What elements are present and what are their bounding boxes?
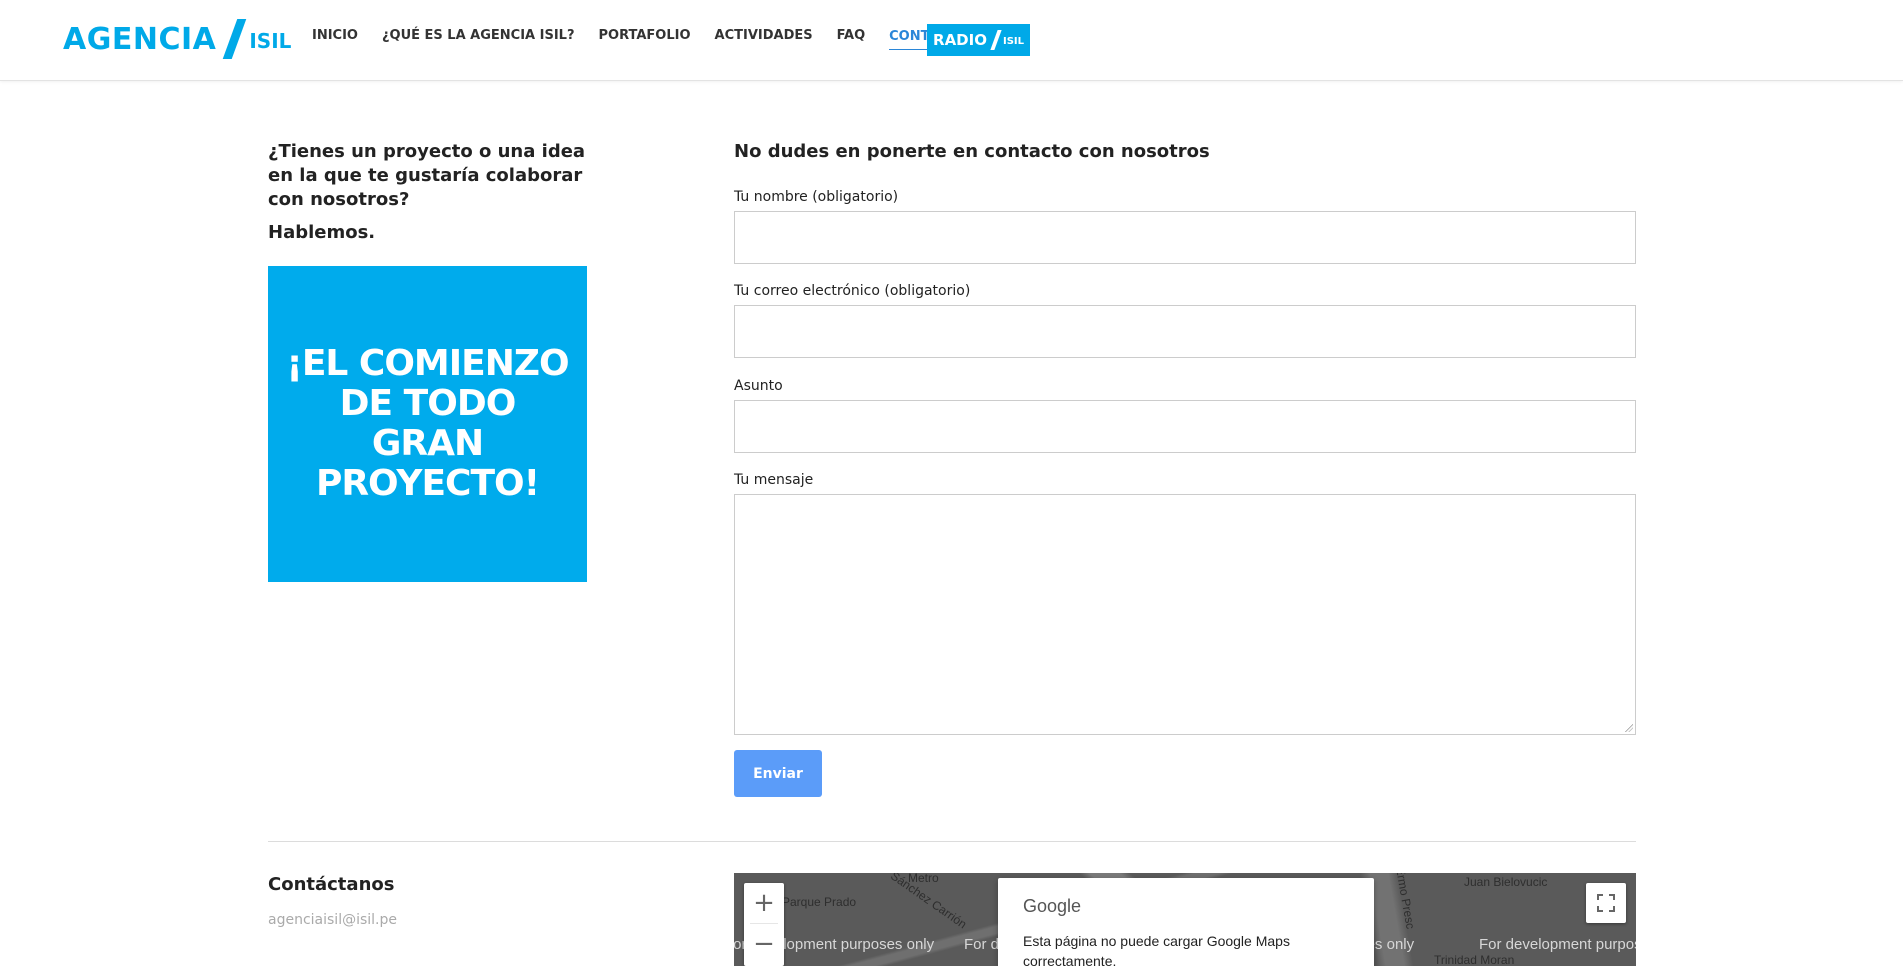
- radio-slash-icon: [990, 30, 1002, 50]
- intro-sub: Hablemos.: [268, 222, 376, 243]
- map-street-label: Trinidad Moran: [1434, 953, 1515, 966]
- name-field[interactable]: [734, 211, 1636, 264]
- map-error-dialog: Google Esta página no puede cargar Googl…: [998, 878, 1374, 966]
- google-wordmark: Google: [1023, 896, 1082, 916]
- logo-sub: ISIL: [249, 29, 292, 53]
- subject-field[interactable]: [734, 400, 1636, 453]
- email-field[interactable]: [734, 305, 1636, 358]
- main-nav: INICIO ¿QUÉ ES LA AGENCIA ISIL? PORTAFOL…: [312, 28, 992, 50]
- contact-email[interactable]: agenciaisil@isil.pe: [268, 912, 397, 928]
- fullscreen-icon[interactable]: [1586, 883, 1626, 923]
- intro-section: ¿Tienes un proyecto o una idea en la que…: [268, 140, 598, 243]
- zoom-in-icon[interactable]: +: [744, 883, 784, 923]
- section-divider: [268, 841, 1636, 842]
- email-label: Tu correo electrónico (obligatorio): [734, 283, 971, 299]
- nav-faq[interactable]: FAQ: [837, 28, 866, 50]
- logo-text: AGENCIA: [63, 21, 217, 57]
- promo-image: ¡EL COMIENZO DE TODO GRAN PROYECTO!: [268, 266, 587, 582]
- name-label: Tu nombre (obligatorio): [734, 189, 899, 205]
- message-field[interactable]: [734, 494, 1636, 735]
- message-label: Tu mensaje: [734, 472, 814, 488]
- submit-button[interactable]: Enviar: [734, 750, 822, 797]
- logo-slash-icon: [223, 19, 247, 59]
- nav-portafolio[interactable]: PORTAFOLIO: [599, 28, 691, 50]
- subject-label: Asunto: [734, 378, 783, 394]
- agencia-isil-logo[interactable]: AGENCIA ISIL: [63, 18, 291, 60]
- nav-actividades[interactable]: ACTIVIDADES: [715, 28, 813, 50]
- nav-que-es[interactable]: ¿QUÉ ES LA AGENCIA ISIL?: [382, 28, 575, 50]
- contact-title: Contáctanos: [268, 874, 395, 895]
- radio-text: RADIO: [933, 31, 987, 49]
- site-header: AGENCIA ISIL INICIO ¿QUÉ ES LA AGENCIA I…: [0, 0, 1903, 81]
- zoom-out-icon[interactable]: −: [744, 924, 784, 964]
- map-dev-watermark: For development purposes only: [1479, 936, 1636, 953]
- form-title: No dudes en ponerte en contacto con noso…: [734, 141, 1210, 162]
- map-error-message: Esta página no puede cargar Google Maps …: [1023, 933, 1290, 966]
- radio-isil-button[interactable]: RADIO ISIL: [927, 24, 1030, 56]
- map-street-label: Juan Bielovucic: [1464, 875, 1548, 889]
- resize-grip-icon[interactable]: [1625, 724, 1633, 732]
- map-zoom-control: + −: [744, 883, 784, 966]
- promo-text: ¡EL COMIENZO DE TODO GRAN PROYECTO!: [286, 343, 569, 504]
- map-street-label: Parque Prado: [782, 895, 857, 909]
- nav-inicio[interactable]: INICIO: [312, 28, 358, 50]
- radio-sub: ISIL: [1002, 35, 1024, 47]
- intro-heading: ¿Tienes un proyecto o una idea en la que…: [268, 141, 586, 210]
- google-map[interactable]: Metro Parque Prado Sánchez Carrión Juan …: [734, 873, 1636, 966]
